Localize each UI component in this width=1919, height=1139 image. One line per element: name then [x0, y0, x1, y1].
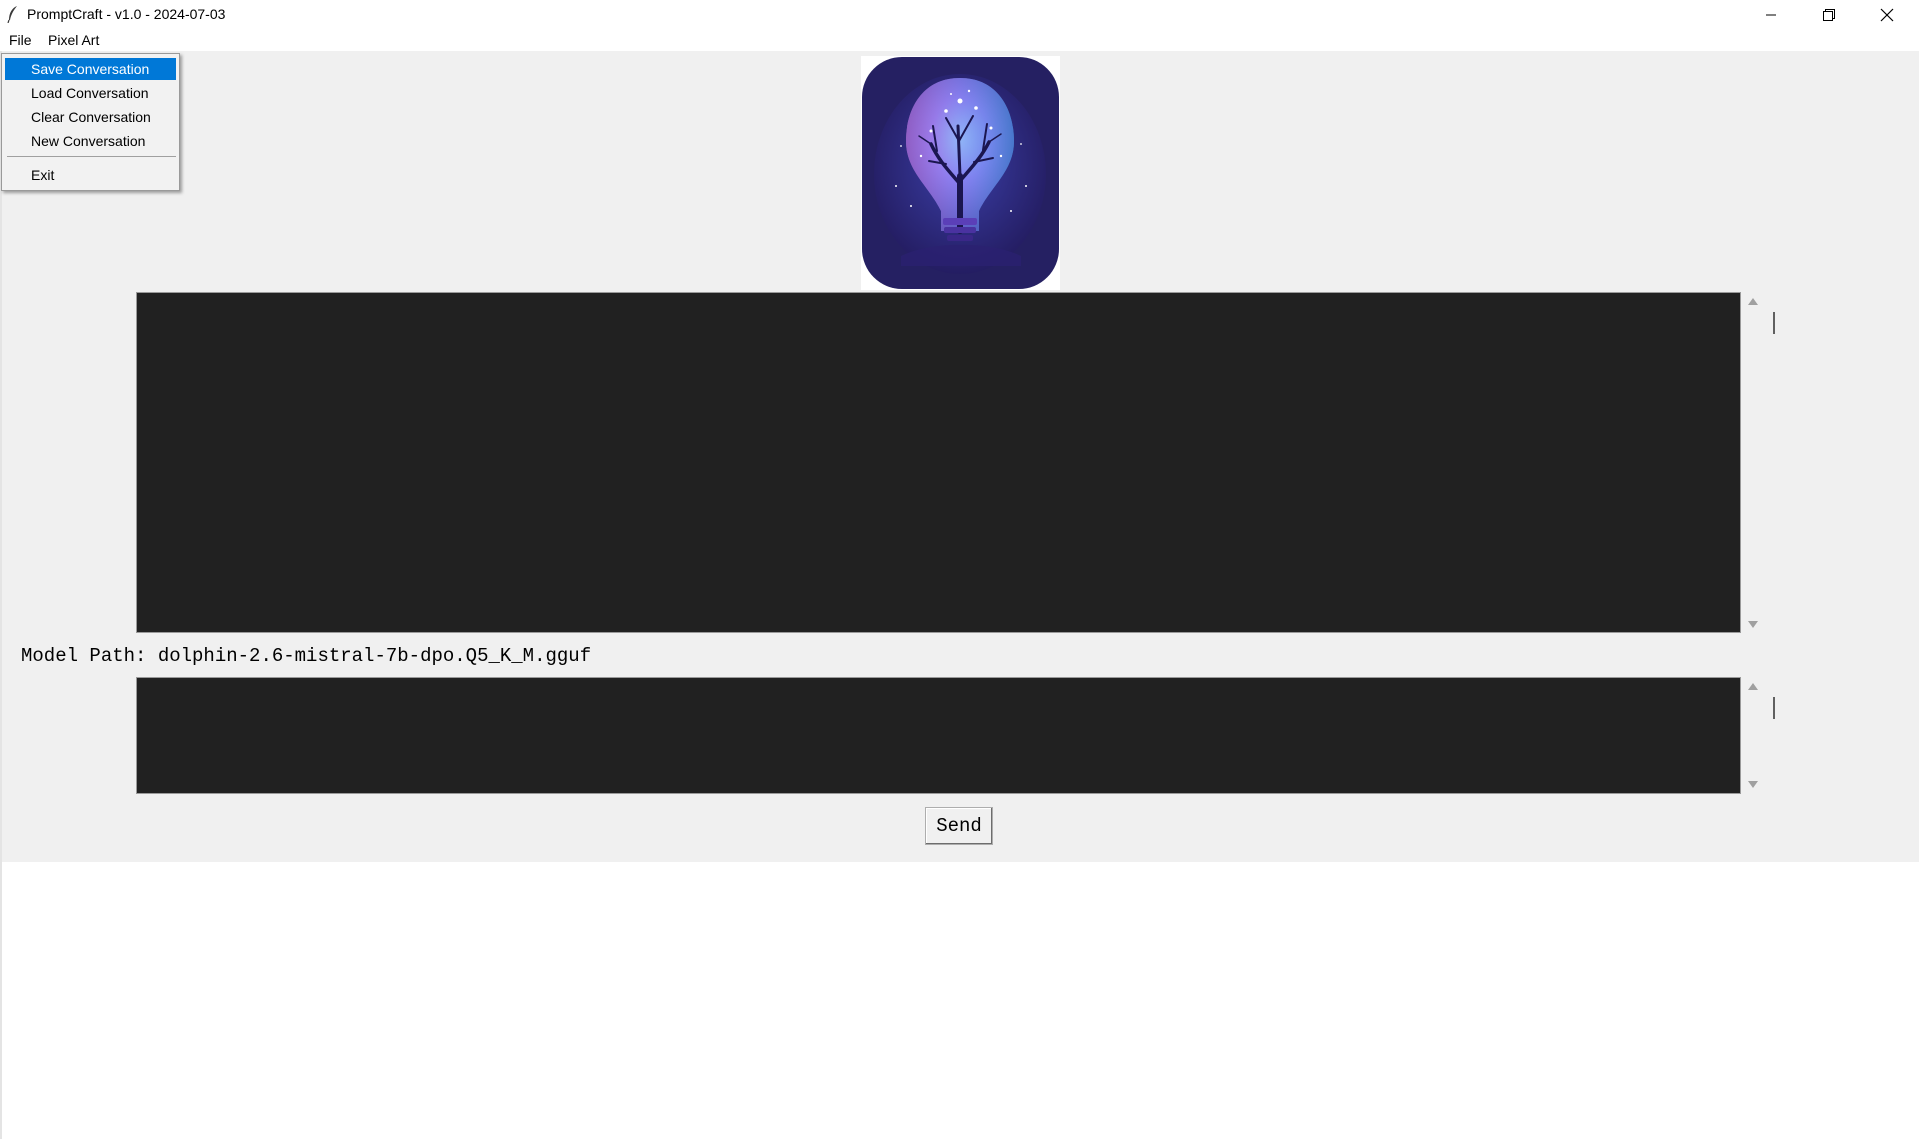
lightbulb-tree-logo — [862, 57, 1059, 289]
input-scroll-up-icon[interactable] — [1747, 682, 1759, 692]
title-bar[interactable]: PromptCraft - v1.0 - 2024-07-03 — [0, 0, 1919, 29]
menu-file[interactable]: File — [9, 32, 32, 48]
close-icon — [1880, 8, 1894, 21]
menu-bar: File Pixel Art — [0, 29, 1919, 51]
menu-pixel-art[interactable]: Pixel Art — [48, 32, 99, 48]
chat-scrollbar-thumb[interactable] — [1773, 312, 1775, 334]
chat-output-area[interactable] — [136, 292, 1741, 633]
app-logo — [861, 56, 1060, 290]
minimize-icon — [1766, 14, 1776, 15]
input-scrollbar-thumb[interactable] — [1773, 697, 1775, 719]
feather-icon — [7, 6, 17, 23]
prompt-input[interactable] — [136, 677, 1741, 794]
window-title: PromptCraft - v1.0 - 2024-07-03 — [27, 6, 226, 22]
scroll-down-icon[interactable] — [1747, 619, 1759, 629]
minimize-button[interactable] — [1742, 0, 1800, 29]
menu-item-save-conversation[interactable]: Save Conversation — [5, 58, 176, 80]
close-button[interactable] — [1858, 0, 1916, 29]
menu-item-load-conversation[interactable]: Load Conversation — [5, 82, 176, 104]
app-window: PromptCraft - v1.0 - 2024-07-03 File Pix… — [0, 0, 1919, 1139]
menu-item-new-conversation[interactable]: New Conversation — [5, 130, 176, 152]
restore-button[interactable] — [1800, 0, 1858, 29]
input-scroll-down-icon[interactable] — [1747, 779, 1759, 789]
menu-separator — [7, 156, 176, 157]
menu-item-clear-conversation[interactable]: Clear Conversation — [5, 106, 176, 128]
menu-item-exit[interactable]: Exit — [5, 164, 176, 186]
scroll-up-icon[interactable] — [1747, 297, 1759, 307]
send-button[interactable]: Send — [925, 807, 993, 845]
file-menu-dropdown: Save Conversation Load Conversation Clea… — [1, 53, 180, 191]
restore-icon — [1823, 8, 1835, 21]
model-path-label: Model Path: dolphin-2.6-mistral-7b-dpo.Q… — [21, 645, 592, 667]
